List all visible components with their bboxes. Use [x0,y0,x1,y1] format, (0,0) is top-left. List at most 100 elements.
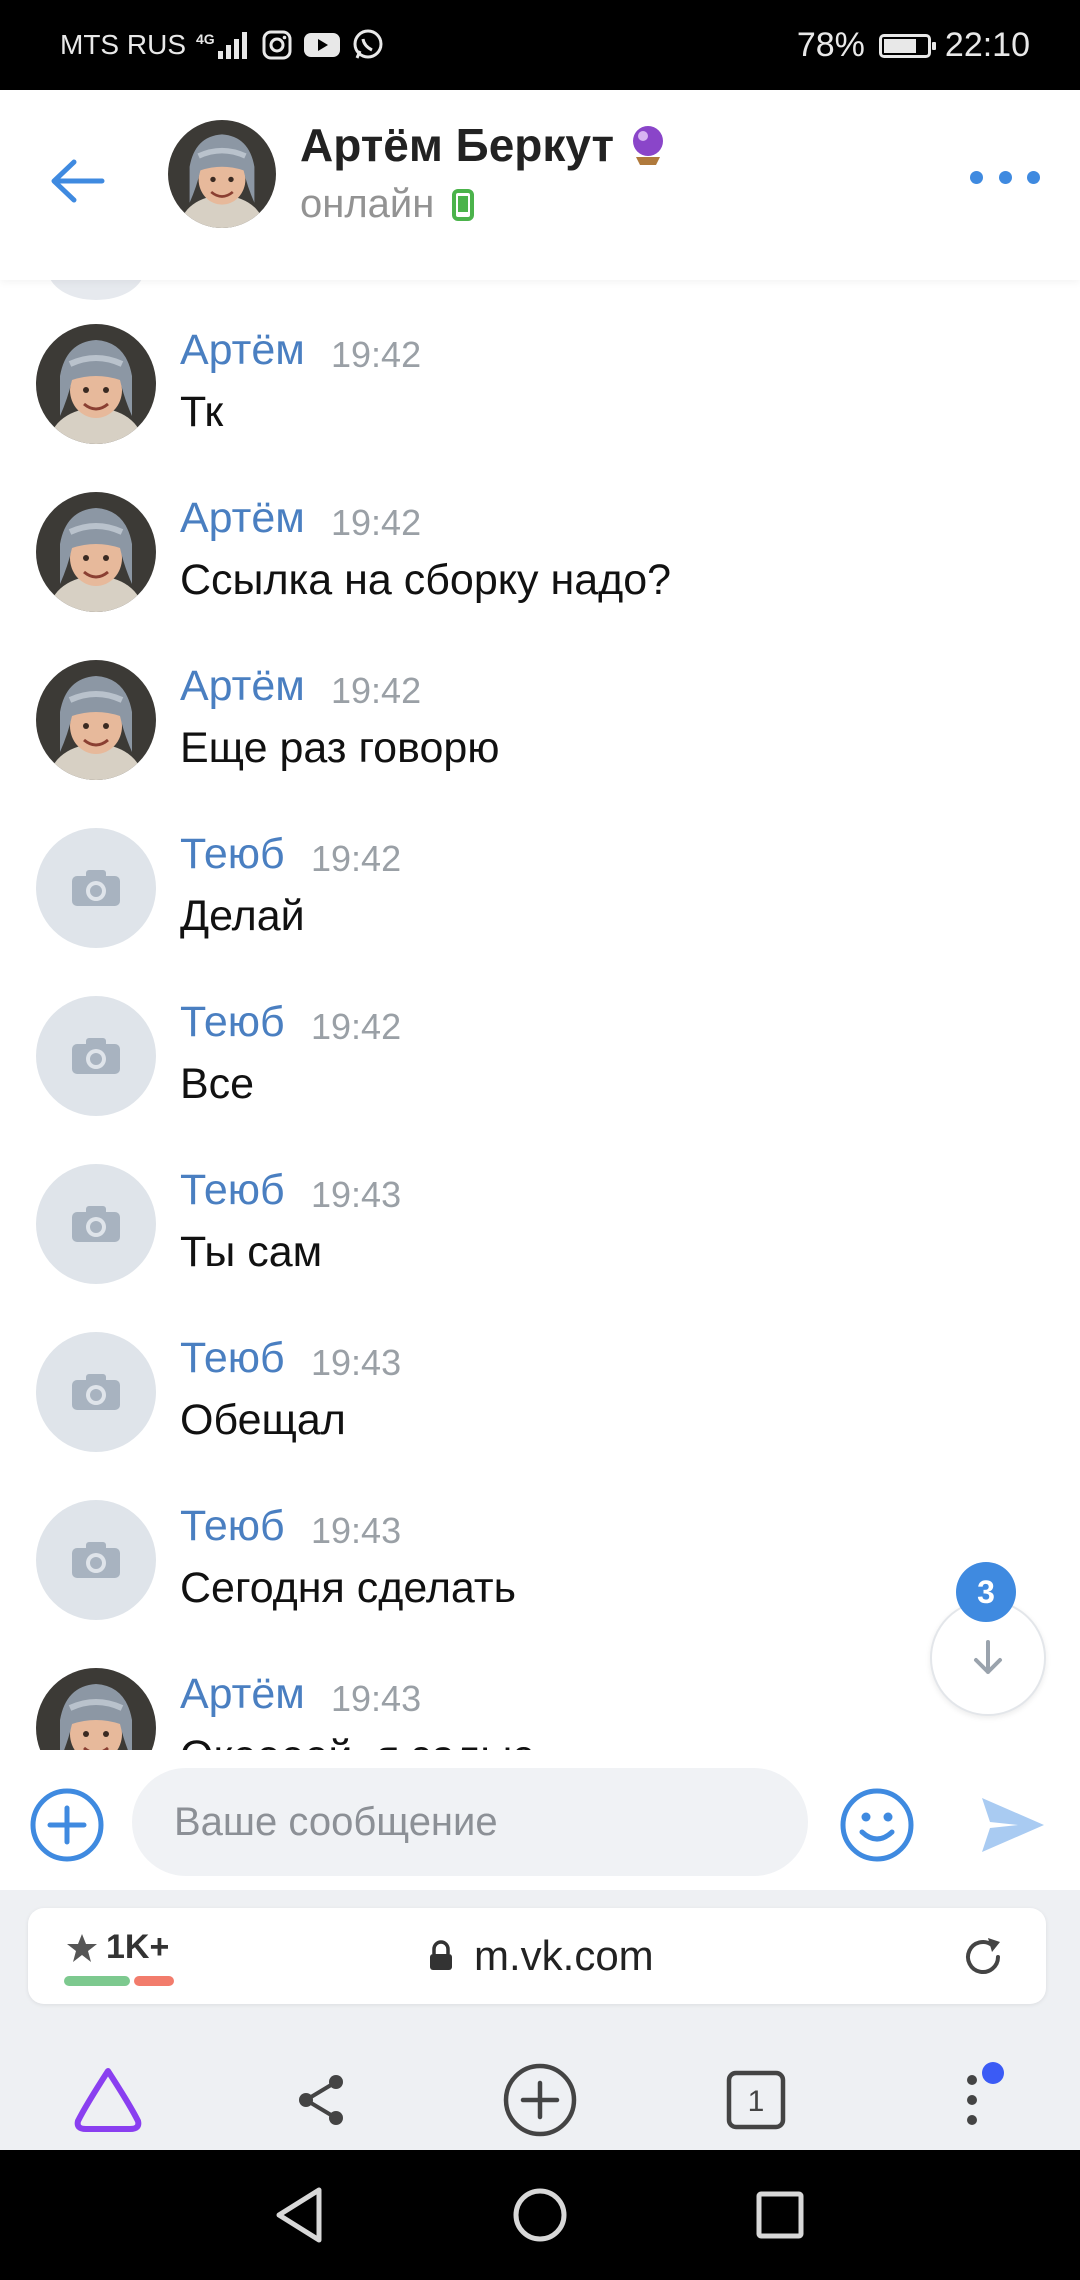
contact-photo [168,120,276,228]
user-avatar[interactable] [36,660,156,780]
vertical-dots-icon [967,2075,977,2125]
user-avatar[interactable] [36,324,156,444]
message-author[interactable]: Теюб [180,998,285,1047]
message-author[interactable]: Артём [180,1670,305,1719]
new-tab-button[interactable] [500,2060,580,2140]
send-icon [982,1798,1044,1852]
arrow-left-icon [51,159,105,203]
message-time: 19:42 [331,502,422,543]
tabs-icon: 1 [726,2070,786,2130]
message-text: Сегодня сделать [180,1564,516,1612]
message-time: 19:43 [311,1174,402,1215]
square-recents-icon [756,2191,804,2239]
message-author[interactable]: Теюб [180,1334,285,1383]
triangle-back-icon [276,2187,322,2243]
crystal-ball-icon [633,126,664,165]
address-bar[interactable]: 1K+ m.vk.com [28,1908,1046,2004]
attach-button[interactable] [28,1786,106,1864]
smile-icon [840,1788,914,1862]
camera-placeholder-avatar[interactable] [36,996,156,1116]
notification-dot [982,2062,1004,2084]
message-item[interactable]: Артём 19:42 Еще раз говорю [0,628,1080,796]
user-photo [36,492,156,612]
system-nav-bar [0,2150,1080,2280]
camera-placeholder-avatar[interactable] [36,1164,156,1284]
message-time: 19:43 [331,1678,422,1719]
message-time: 19:42 [311,1006,402,1047]
youtube-icon [303,31,341,59]
message-author[interactable]: Артём [180,494,305,543]
contact-status-row: онлайн [300,182,475,227]
site-rating[interactable]: 1K+ [66,1928,169,1967]
camera-icon [72,1542,120,1578]
nav-home-button[interactable] [505,2180,575,2250]
alice-icon [74,2068,142,2132]
message-author[interactable]: Артём [180,326,305,375]
svg-text:1: 1 [748,2085,765,2118]
user-avatar[interactable] [36,1668,156,1750]
camera-placeholder-avatar[interactable] [36,1332,156,1452]
contact-avatar[interactable] [168,120,276,228]
user-photo [36,324,156,444]
message-input[interactable] [132,1768,808,1876]
message-time: 19:43 [311,1510,402,1551]
message-item[interactable]: Артём 19:42 Ссылка на сборку надо? [0,460,1080,628]
message-text: Делай [180,892,305,940]
send-button[interactable] [978,1790,1048,1860]
message-item[interactable]: Теюб 19:43 Обещал [0,1300,1080,1468]
contact-status: онлайн [300,182,435,226]
message-text: Все [180,1060,255,1108]
nav-recents-button[interactable] [745,2180,815,2250]
reload-button[interactable] [956,1930,1010,1984]
camera-icon [72,1374,120,1410]
camera-placeholder-avatar[interactable] [36,1500,156,1620]
share-button[interactable] [282,2060,362,2140]
message-item[interactable]: Артём 19:43 Океееей, я залью [0,1636,1080,1750]
url-text: m.vk.com [474,1932,654,1979]
user-avatar[interactable] [36,492,156,612]
browser-menu-button[interactable] [932,2060,1012,2140]
message-author[interactable]: Теюб [180,1502,285,1551]
browser-nav: 1 [0,2030,1080,2160]
more-dots-icon [970,170,983,184]
message-time: 19:42 [331,334,422,375]
mobile-online-icon [452,188,475,221]
network-type: 4G [196,31,215,47]
message-item[interactable]: Теюб 19:43 Ты сам [0,1132,1080,1300]
message-time: 19:42 [331,670,422,711]
tabs-button[interactable]: 1 [716,2060,796,2140]
emoji-button[interactable] [838,1786,916,1864]
contact-name: Артём Беркут [300,119,615,171]
message-author[interactable]: Теюб [180,1166,285,1215]
message-list[interactable]: Артём 19:42 Тк Артём 19:42 Ссылка на сборку н… [0,280,1080,1750]
back-button[interactable] [42,146,112,216]
message-item[interactable]: Артём 19:42 Тк [0,292,1080,460]
message-item[interactable]: Теюб 19:42 Все [0,964,1080,1132]
arrow-down-icon [974,1640,1002,1674]
more-menu-button[interactable] [970,162,1040,192]
circle-home-icon [513,2188,567,2242]
message-text: Ссылка на сборку надо? [180,556,672,604]
message-item[interactable]: Теюб 19:42 Делай [0,796,1080,964]
instagram-icon [261,29,293,61]
unread-count-badge: 3 [956,1562,1016,1622]
message-text: Обещал [180,1396,346,1444]
camera-placeholder-avatar[interactable] [36,828,156,948]
message-item[interactable]: Теюб 19:43 Сегодня сделать [0,1468,1080,1636]
lock-icon [430,1940,452,1970]
message-time: 19:43 [311,1342,402,1383]
clock: 22:10 [944,26,1030,64]
camera-icon [72,1038,120,1074]
message-author[interactable]: Артём [180,662,305,711]
signal-icon: 4G [196,31,251,59]
battery-icon [878,33,936,58]
message-time: 19:42 [311,838,402,879]
alice-button[interactable] [68,2060,148,2140]
nav-back-button[interactable] [265,2180,335,2250]
message-text: Еще раз говорю [180,724,500,772]
message-author[interactable]: Теюб [180,830,285,879]
contact-name-row[interactable]: Артём Беркут [300,118,668,172]
url-display[interactable]: m.vk.com [428,1932,654,1980]
camera-icon [72,870,120,906]
message-text: Океееей, я залью [180,1732,535,1750]
